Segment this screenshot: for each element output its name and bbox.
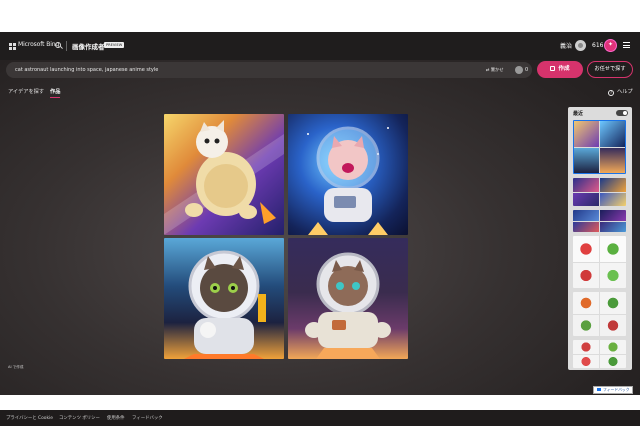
generated-image-2[interactable] [288, 114, 408, 235]
surprise-me-button[interactable]: ⇄ 驚かせ [486, 67, 503, 73]
made-with-ai-label: AI で作成 [8, 365, 24, 369]
feedback-label: フィードバック [603, 387, 630, 392]
recent-thumbnail-4[interactable] [573, 236, 626, 288]
cat-astronaut-illustration-2 [307, 126, 389, 235]
boost-icon [515, 66, 523, 74]
recent-thumbnail-1[interactable] [573, 120, 626, 174]
cat-astronaut-illustration-1 [164, 120, 284, 235]
feedback-icon [597, 388, 601, 391]
avatar[interactable] [575, 40, 586, 51]
footer-link-terms[interactable]: 使用条件 [107, 415, 125, 421]
rewards-points[interactable]: 616 [592, 42, 603, 49]
pen-icon [550, 66, 556, 71]
create-button[interactable]: 作成 [537, 61, 583, 78]
help-label: ヘルプ [617, 89, 633, 95]
surprise-me-label: 驚かせ [490, 67, 504, 72]
cat-astronaut-illustration-4 [305, 252, 391, 359]
user-name[interactable]: 義治 [560, 41, 572, 50]
product-title[interactable]: 画像作成者 [72, 41, 105, 51]
boost-count: 0 [525, 67, 529, 73]
cat-astronaut-illustration-3 [184, 250, 266, 359]
bing-brand-link[interactable]: Microsoft Bing [18, 41, 59, 48]
tab-explore-ideas[interactable]: アイデアを探す [8, 88, 44, 95]
recent-thumbnail-6[interactable] [573, 340, 626, 368]
footer-link-content-policy[interactable]: コンテンツ ポリシー [59, 415, 100, 421]
recent-thumbnail-3[interactable] [573, 210, 626, 232]
page-footer: プライバシーと Cookie コンテンツ ポリシー 使用条件 フィードバック [0, 410, 640, 426]
microsoft-logo-icon[interactable] [9, 43, 16, 50]
create-label: 作成 [558, 66, 570, 72]
header-divider [66, 41, 67, 51]
generated-image-grid [164, 114, 408, 359]
rewards-trophy-icon[interactable]: ✦ [604, 39, 617, 52]
recent-toggle[interactable] [616, 110, 628, 116]
feedback-button[interactable]: フィードバック [593, 386, 633, 394]
footer-link-privacy[interactable]: プライバシーと Cookie [6, 415, 53, 421]
search-icon[interactable] [55, 42, 61, 48]
tab-creations[interactable]: 作品 [50, 88, 61, 98]
prompt-input[interactable]: cat astronaut launching into space, japa… [6, 62, 532, 78]
top-header: Microsoft Bing 画像作成者 PREVIEW 義治 616 ✦ [0, 32, 640, 60]
help-link[interactable]: ? ヘルプ [608, 88, 633, 96]
recent-creations-panel: 最近 [568, 107, 632, 370]
generated-image-3[interactable] [164, 238, 284, 359]
recent-title: 最近 [573, 111, 584, 117]
hamburger-menu-icon[interactable] [623, 42, 630, 48]
prompt-text[interactable]: cat astronaut launching into space, japa… [15, 67, 158, 73]
generated-image-1[interactable] [164, 114, 284, 235]
preview-badge: PREVIEW [104, 42, 125, 48]
help-icon: ? [608, 90, 614, 96]
recent-thumbnail-5[interactable] [573, 292, 626, 336]
explore-button[interactable]: お任せで探す [587, 61, 633, 78]
app-window: Microsoft Bing 画像作成者 PREVIEW 義治 616 ✦ ca… [0, 32, 640, 426]
generated-image-4[interactable] [288, 238, 408, 359]
footer-link-feedback[interactable]: フィードバック [132, 415, 163, 421]
recent-thumbnail-2[interactable] [573, 178, 626, 206]
